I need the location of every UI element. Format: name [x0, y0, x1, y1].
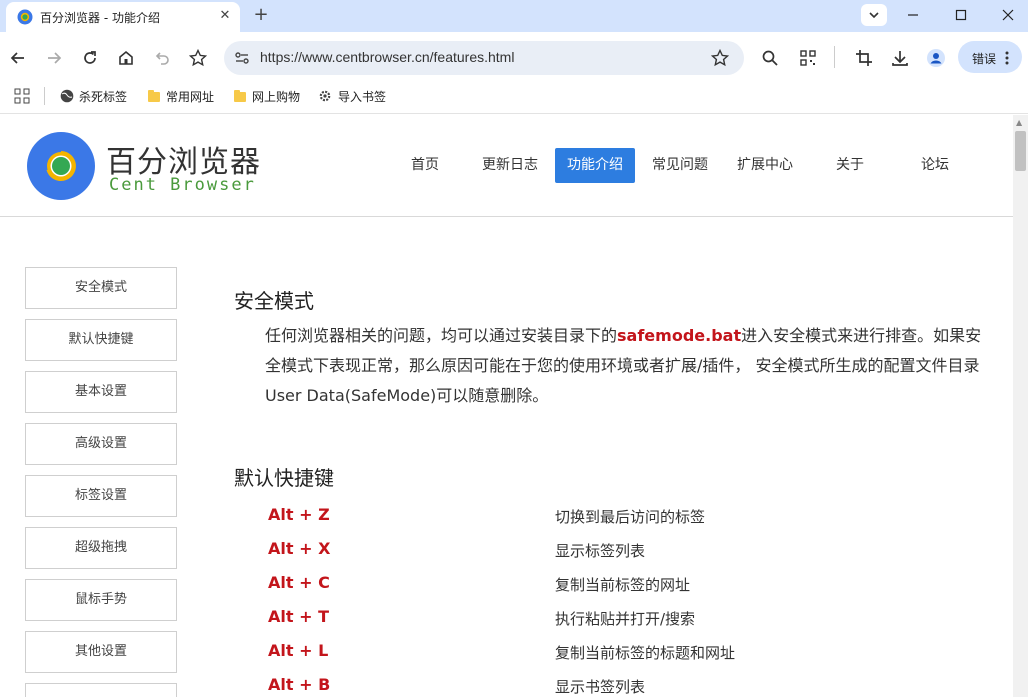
shortcut-key: Alt + L	[268, 641, 329, 660]
chevron-down-icon	[869, 12, 879, 19]
bookmark-folder-common-sites[interactable]: 常用网址	[148, 87, 214, 107]
toolbar-divider	[834, 46, 835, 68]
bookmark-label: 导入书签	[338, 90, 387, 104]
folder-icon	[148, 90, 160, 102]
safe-mode-description: 任何浏览器相关的问题，均可以通过安装目录下的safemode.bat进入安全模式…	[265, 321, 995, 411]
tab-title: 百分浏览器 - 功能介绍	[40, 11, 160, 25]
shortcut-description: 显示标签列表	[555, 542, 646, 560]
folder-icon	[234, 90, 246, 102]
undo-icon[interactable]	[152, 48, 172, 68]
site-header: 百分浏览器 Cent Browser 首页 更新日志 功能介绍 常见问题 扩展中…	[0, 115, 1013, 217]
tab-close-icon[interactable]: ✕	[216, 7, 234, 25]
nav-features[interactable]: 功能介绍	[555, 148, 635, 183]
shortcut-description: 切换到最后访问的标签	[555, 508, 706, 526]
shortcut-description: 复制当前标签的标题和网址	[555, 644, 736, 662]
safe-mode-text-part1: 任何浏览器相关的问题，均可以通过安装目录下的	[265, 326, 618, 345]
sidebar-item-super-drag[interactable]: 超级拖拽	[25, 527, 177, 569]
bookmarks-divider	[44, 87, 45, 105]
scroll-up-arrow-icon[interactable]: ▲	[1016, 118, 1025, 127]
web-page: 百分浏览器 Cent Browser 首页 更新日志 功能介绍 常见问题 扩展中…	[0, 115, 1013, 697]
sidebar-item-tab-settings[interactable]: 标签设置	[25, 475, 177, 517]
new-tab-button[interactable]: +	[250, 4, 272, 26]
forward-arrow-icon[interactable]	[44, 48, 64, 68]
sidebar-item-basic-settings[interactable]: 基本设置	[25, 371, 177, 413]
shortcut-key: Alt + C	[268, 573, 330, 592]
more-menu-icon[interactable]	[1000, 48, 1014, 68]
browser-tab[interactable]: 百分浏览器 - 功能介绍 ✕	[6, 2, 240, 32]
shortcut-key: Alt + Z	[268, 505, 330, 524]
globe-icon	[60, 89, 74, 103]
sidebar-item-advanced-settings[interactable]: 高级设置	[25, 423, 177, 465]
qr-code-icon[interactable]	[798, 48, 818, 68]
nav-extensions[interactable]: 扩展中心	[725, 148, 805, 183]
maximize-icon[interactable]	[947, 3, 975, 27]
nav-faq[interactable]: 常见问题	[640, 148, 720, 183]
nav-about[interactable]: 关于	[810, 148, 890, 183]
bookmark-kill-tabs[interactable]: 杀死标签	[60, 87, 127, 107]
home-icon[interactable]	[116, 48, 136, 68]
sidebar-item-safe-mode[interactable]: 安全模式	[25, 267, 177, 309]
shortcut-description: 复制当前标签的网址	[555, 576, 691, 594]
centbrowser-favicon-icon	[17, 9, 33, 25]
bookmark-folder-shopping[interactable]: 网上购物	[234, 87, 300, 107]
search-icon[interactable]	[760, 48, 780, 68]
gear-icon	[319, 90, 331, 102]
star-bookmark-icon[interactable]	[188, 48, 208, 68]
bookmark-import[interactable]: 导入书签	[318, 87, 386, 107]
tab-search-button[interactable]	[861, 4, 887, 26]
sidebar-item-mouse-gestures[interactable]: 鼠标手势	[25, 579, 177, 621]
nav-forum[interactable]: 论坛	[895, 148, 975, 183]
back-arrow-icon[interactable]	[8, 48, 28, 68]
apps-grid-icon[interactable]	[14, 88, 30, 104]
bookmark-label: 常用网址	[166, 90, 215, 104]
section-title-safe-mode: 安全模式	[234, 289, 314, 313]
crop-screenshot-icon[interactable]	[854, 48, 874, 68]
download-icon[interactable]	[890, 48, 910, 68]
shortcut-key: Alt + B	[268, 675, 331, 694]
shortcut-key: Alt + X	[268, 539, 331, 558]
minimize-icon[interactable]	[899, 3, 927, 27]
scroll-thumb[interactable]	[1015, 131, 1026, 171]
nav-home[interactable]: 首页	[385, 148, 465, 183]
shortcut-key: Alt + T	[268, 607, 329, 626]
logo-english-name: Cent Browser	[109, 175, 256, 195]
sidebar-item-partial[interactable]	[25, 683, 177, 697]
bookmark-label: 杀死标签	[79, 90, 128, 104]
shortcut-description: 执行粘贴并打开/搜索	[555, 610, 696, 628]
page-scrollbar[interactable]	[1013, 115, 1028, 697]
bookmark-label: 网上购物	[252, 90, 301, 104]
close-window-icon[interactable]	[994, 3, 1022, 27]
profile-avatar-icon[interactable]	[926, 48, 946, 68]
bookmark-star-icon[interactable]	[710, 48, 730, 68]
sidebar-item-shortcuts[interactable]: 默认快捷键	[25, 319, 177, 361]
reload-icon[interactable]	[80, 48, 100, 68]
sidebar-item-other-settings[interactable]: 其他设置	[25, 631, 177, 673]
shortcut-description: 显示书签列表	[555, 678, 646, 696]
error-label: 错误	[972, 52, 997, 66]
nav-changelog[interactable]: 更新日志	[470, 148, 550, 183]
centbrowser-logo-icon[interactable]	[26, 131, 96, 201]
safemode-bat-highlight: safemode.bat	[617, 326, 742, 345]
url-text[interactable]: https://www.centbrowser.cn/features.html	[260, 49, 514, 65]
site-info-icon[interactable]	[232, 48, 252, 68]
section-title-shortcuts: 默认快捷键	[234, 466, 334, 490]
